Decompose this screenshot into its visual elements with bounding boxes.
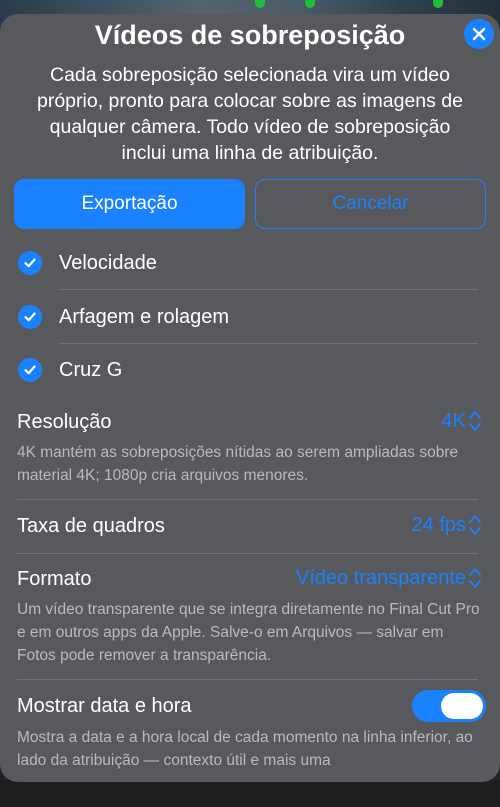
format-label: Formato [17, 568, 92, 590]
divider [17, 679, 478, 680]
checkmark-icon [24, 365, 36, 375]
chevron-up-down-icon [469, 411, 481, 431]
close-icon [472, 27, 486, 41]
divider [59, 343, 478, 344]
format-description: Um vídeo transparente que se integra dir… [17, 601, 480, 664]
frame-rate-value: 24 fps [411, 513, 466, 536]
show-datetime-toggle[interactable] [412, 690, 486, 722]
sheet-description: Cada sobreposição selecionada vira um ví… [37, 64, 463, 164]
overlay-option-label: Cruz G [59, 358, 123, 381]
export-button[interactable]: Exportação [14, 179, 245, 229]
checkbox-checked[interactable] [18, 358, 42, 382]
background-bottom [0, 780, 500, 807]
resolution-description: 4K mantém as sobreposições nítidas ao se… [17, 444, 459, 484]
overlay-option-g-cross[interactable]: Cruz G [18, 350, 478, 390]
checkbox-checked[interactable] [18, 305, 42, 329]
resolution-label: Resolução [17, 411, 112, 433]
overlay-option-speed[interactable]: Velocidade [18, 243, 478, 283]
divider [59, 289, 478, 290]
divider [17, 499, 478, 500]
frame-rate-picker[interactable]: 24 fps [412, 512, 482, 538]
overlay-option-pitch-roll[interactable]: Arfagem e rolagem [18, 297, 478, 337]
overlay-option-label: Velocidade [59, 251, 157, 274]
checkmark-icon [24, 312, 36, 322]
overlay-option-label: Arfagem e rolagem [59, 305, 230, 328]
background-indicator [305, 0, 315, 8]
chevron-up-down-icon [469, 568, 481, 588]
close-button[interactable] [464, 19, 494, 49]
overlay-videos-sheet: Vídeos de sobreposição Cada sobreposição… [0, 14, 500, 782]
format-value: Vídeo transparente [295, 566, 466, 589]
show-datetime-label: Mostrar data e hora [17, 695, 192, 717]
resolution-picker[interactable]: 4K [442, 408, 482, 434]
chevron-up-down-icon [469, 515, 481, 535]
show-datetime-description: Mostra a data e a hora local de cada mom… [17, 729, 473, 769]
format-picker[interactable]: Vídeo transparente [296, 565, 482, 591]
frame-rate-label: Taxa de quadros [17, 515, 165, 537]
checkmark-icon [24, 258, 36, 268]
resolution-value: 4K [441, 409, 466, 432]
divider [17, 553, 478, 554]
background-indicator [255, 0, 265, 8]
sheet-title: Vídeos de sobreposição [94, 20, 406, 50]
toggle-knob [441, 693, 483, 719]
cancel-button[interactable]: Cancelar [255, 179, 486, 229]
checkbox-checked[interactable] [18, 251, 42, 275]
background-indicator [433, 0, 443, 8]
